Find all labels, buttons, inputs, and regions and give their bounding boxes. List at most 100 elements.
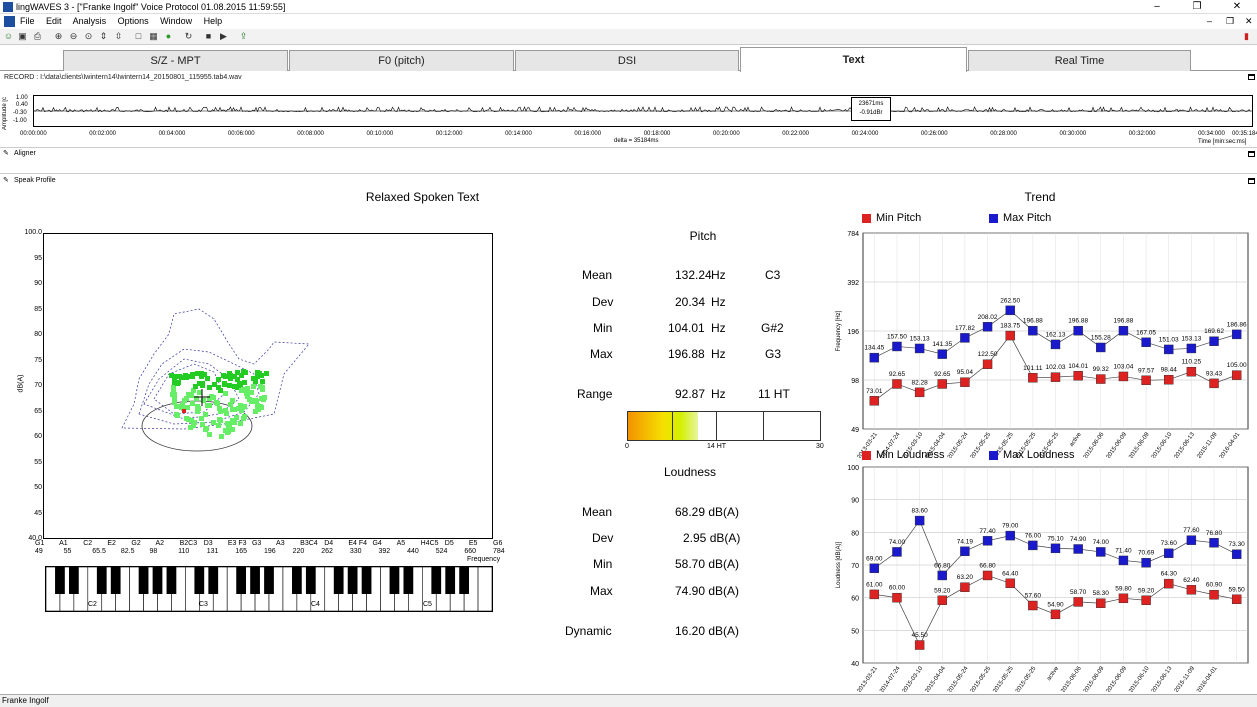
trend-point[interactable] <box>914 343 925 354</box>
aligner-maximize-button[interactable] <box>1248 151 1255 157</box>
trend-point[interactable] <box>869 352 880 363</box>
trend-point[interactable] <box>1073 544 1083 554</box>
trend-point[interactable] <box>982 570 993 581</box>
print-icon[interactable]: ⎙ <box>32 31 43 42</box>
trend-point[interactable] <box>1209 378 1219 389</box>
trend-point[interactable] <box>960 377 970 387</box>
trend-point[interactable] <box>1050 609 1061 620</box>
trend-point[interactable] <box>982 359 993 369</box>
trend-point[interactable] <box>1005 305 1015 316</box>
trend-point[interactable] <box>914 640 925 650</box>
trend-point[interactable] <box>1118 555 1129 566</box>
trend-point[interactable] <box>892 592 902 603</box>
speak-profile-section[interactable]: ✎ Speak Profile <box>0 176 1257 186</box>
trend-point[interactable] <box>1005 578 1015 588</box>
zoom-out-icon[interactable]: ⊖ <box>68 31 79 42</box>
trend-point[interactable] <box>937 379 947 389</box>
trend-point[interactable] <box>1005 330 1015 341</box>
trend-point[interactable] <box>1209 538 1219 548</box>
trend-point[interactable] <box>1118 593 1129 604</box>
trend-point[interactable] <box>1096 547 1106 557</box>
zoom-vertical-in-icon[interactable]: ⇕ <box>98 31 109 42</box>
grid-icon[interactable]: ▦ <box>148 31 159 42</box>
trend-point[interactable] <box>1096 342 1106 353</box>
trend-point[interactable] <box>1141 558 1151 568</box>
trend-point[interactable] <box>982 322 993 332</box>
trend-point[interactable] <box>1005 530 1015 541</box>
trend-point[interactable] <box>1231 549 1242 559</box>
minimize-button[interactable]: – <box>1137 0 1177 14</box>
trend-point[interactable] <box>914 387 925 398</box>
stop-icon[interactable]: ■ <box>203 31 214 42</box>
trend-point[interactable] <box>1231 594 1242 605</box>
menu-window[interactable]: Window <box>160 16 192 26</box>
trend-point[interactable] <box>1028 325 1038 336</box>
tab-sz-mpt[interactable]: S/Z - MPT <box>63 50 288 71</box>
zoom-fit-icon[interactable]: ⊙ <box>83 31 94 42</box>
speak-profile-maximize-button[interactable] <box>1248 178 1255 184</box>
trend-point[interactable] <box>1231 370 1242 380</box>
loudness-trend-chart[interactable]: 100 90 80 70 60 50 40 Loudness [dB(A)] 2013-03-2… <box>830 462 1250 692</box>
menu-options[interactable]: Options <box>118 16 149 26</box>
chart-icon[interactable]: ▮ <box>1241 31 1252 42</box>
trend-point[interactable] <box>869 589 880 600</box>
trend-point[interactable] <box>1028 600 1038 611</box>
trend-point[interactable] <box>937 595 947 605</box>
trend-point[interactable] <box>1073 325 1083 336</box>
trend-point[interactable] <box>1186 535 1197 545</box>
trend-point[interactable] <box>1141 337 1151 347</box>
menu-edit[interactable]: Edit <box>46 16 62 26</box>
save-icon[interactable]: ▣ <box>17 31 28 42</box>
trend-point[interactable] <box>892 379 902 389</box>
waveform-display[interactable] <box>33 95 1253 127</box>
trend-point[interactable] <box>1028 373 1038 383</box>
trend-point[interactable] <box>1050 372 1061 382</box>
trend-point[interactable] <box>1209 590 1219 600</box>
trend-point[interactable] <box>937 349 947 359</box>
trend-point[interactable] <box>1073 371 1083 381</box>
trend-point[interactable] <box>982 536 993 546</box>
trend-point[interactable] <box>1141 375 1151 386</box>
trend-point[interactable] <box>937 570 947 581</box>
tab-text[interactable]: Text <box>740 47 967 72</box>
mdi-minimize-button[interactable]: – <box>1207 14 1212 29</box>
menu-file[interactable]: File <box>20 16 35 26</box>
trend-point[interactable] <box>1073 597 1083 607</box>
trend-point[interactable] <box>1186 366 1197 377</box>
aligner-section[interactable]: ✎ Aligner <box>0 149 1257 159</box>
trend-point[interactable] <box>1028 540 1038 551</box>
panel-maximize-button[interactable] <box>1248 74 1255 80</box>
trend-point[interactable] <box>1231 329 1242 340</box>
pitch-trend-chart[interactable]: 7843921969849Frequency [Hz]2013-03-21 201… <box>830 228 1250 458</box>
maximize-button[interactable]: ❐ <box>1177 0 1217 14</box>
trend-point[interactable] <box>869 396 880 406</box>
trend-point[interactable] <box>1118 371 1129 382</box>
trend-point[interactable] <box>1186 343 1197 354</box>
export-icon[interactable]: ⇪ <box>238 31 249 42</box>
trend-point[interactable] <box>869 563 880 573</box>
select-icon[interactable]: □ <box>133 31 144 42</box>
trend-point[interactable] <box>960 333 970 343</box>
voice-profile-plot[interactable] <box>43 233 493 539</box>
person-icon[interactable]: ☺ <box>3 31 14 42</box>
trend-point[interactable] <box>1118 325 1129 336</box>
trend-point[interactable] <box>1186 585 1197 595</box>
mdi-restore-button[interactable]: ❐ <box>1226 14 1234 29</box>
trend-point[interactable] <box>1164 548 1174 558</box>
zoom-in-icon[interactable]: ⊕ <box>53 31 64 42</box>
menu-analysis[interactable]: Analysis <box>73 16 107 26</box>
trend-point[interactable] <box>914 515 925 526</box>
trend-point[interactable] <box>1096 598 1106 608</box>
trend-point[interactable] <box>1050 543 1061 554</box>
trend-point[interactable] <box>892 341 902 352</box>
trend-point[interactable] <box>1164 344 1174 355</box>
play-icon[interactable]: ▶ <box>218 31 229 42</box>
tab-f0-pitch[interactable]: F0 (pitch) <box>289 50 514 71</box>
close-button[interactable]: ✕ <box>1217 0 1257 14</box>
trend-point[interactable] <box>1096 374 1106 384</box>
trend-point[interactable] <box>960 546 970 557</box>
tab-dsi[interactable]: DSI <box>515 50 739 71</box>
trend-point[interactable] <box>1164 374 1174 385</box>
mdi-close-button[interactable]: ✕ <box>1245 14 1253 29</box>
trend-point[interactable] <box>1050 339 1061 350</box>
